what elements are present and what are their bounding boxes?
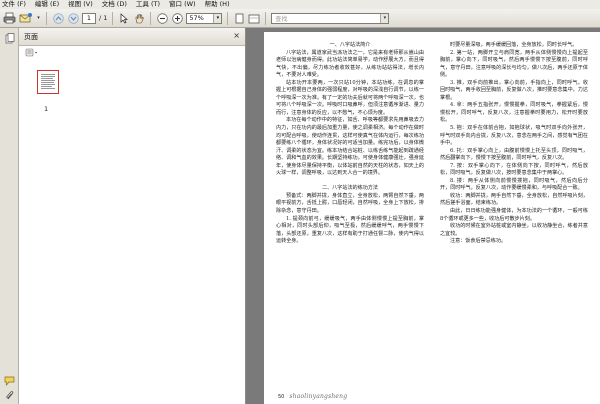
select-tool-button[interactable] [118,11,130,25]
hand-tool-button[interactable] [133,11,145,25]
page-number: 50 [278,393,285,400]
toolbar-separator [227,11,229,25]
email-icon [19,13,32,23]
first-page-button[interactable] [52,11,64,25]
menu-window[interactable]: 窗口 (W) [169,0,196,9]
menu-tools[interactable]: 工具 (T) [136,0,160,9]
menu-view[interactable]: 视图 (V) [68,0,93,9]
page-number-input[interactable]: 1 [82,12,96,24]
chevron-down-icon[interactable]: ▾ [380,13,389,23]
cursor-icon [121,12,129,23]
paragraph: 本功在每个动作中的特征，如舌、呼吸等都要求先用鼻吸去力内力，只在功内的最后加重力… [276,117,424,177]
paragraph: 站本功开本要两，一次只站10分钟，本站功练，在调息的掌握上可根据自己身体的强弱程… [276,79,424,116]
zoom-out-icon [157,12,168,24]
document-view[interactable]: 一、八字站法简介 八字站法，属道家武当派功法之一，它是来有老师那从嵩山由老师以治病… [246,28,600,404]
paragraph: 1. 提颈向前弓，缓缓吸气，两手由体侧慢慢上提至胸前，掌心相对，同时头部后仰，吸… [276,215,424,245]
toolbar-separator [150,11,152,25]
pages-panel-header: 页面 × [19,28,245,46]
section-heading: 二、八字站法的练功方法 [321,185,379,192]
next-page-down-icon [67,12,79,24]
paragraph: 3. 推，双手向前推出，掌心向前，手指向上，同时呼气，收回时吸气，两手收回至胸前… [440,79,588,101]
chevron-down-icon[interactable]: ▾ [213,13,222,23]
page-footer: 50 shaolinyangsheng [278,393,347,400]
speech-bubble-icon [4,376,15,386]
paragraph: 收功：两脚并拢，两手自然下垂，全身放松，自然呼吸片刻，然后搓手浴面，结束练功。 [440,192,588,207]
toolbar-separator [46,11,47,25]
email-dropdown[interactable]: ▾ [36,11,41,25]
paragraph: 2. 第一站，两脚开立与肩同宽，两手从体侧慢慢向上提起至胸前，掌心向下，同时吸气… [440,49,588,79]
pages-panel-title: 页面 [24,32,38,41]
paragraph: 由此，日日练功能强身健体，为本功法的一个循环，一般可练8个循环或更多一些，收功后… [440,208,588,222]
fit-width-icon [249,14,260,23]
pages-icon [5,33,14,44]
menu-help[interactable]: 帮助 (H) [205,0,230,9]
zoom-level-select[interactable]: 57% ▾ [186,12,223,24]
publisher-logo: shaolinyangsheng [289,393,348,400]
fit-page-button[interactable] [233,11,245,25]
paragraph: 注意：饭食后禁忌练功。 [450,238,507,245]
text-column-left: 一、八字站法简介 八字站法，属道家武当派功法之一，它是来有老师那从嵩山由老师以治病… [276,42,424,246]
page-thumbnail[interactable] [37,70,59,94]
email-button[interactable] [19,11,33,25]
printer-icon [3,12,16,24]
zoom-in-icon [172,12,183,24]
previous-page-up-icon [52,12,64,24]
pages-panel-toolbar [19,46,245,60]
comments-button[interactable] [4,375,15,386]
paragraph: 时要尽量深吸，两手缓缓回落，全身放松，同时长呼气。 [450,42,578,48]
toolbar-separator [112,11,114,25]
zoom-level-value: 57% [189,14,204,22]
paragraph: 预备式：两脚并拢，身体直立，全身放松，两臂自然下垂，两眼平视前方，舌抵上腭，口唇… [276,192,424,214]
next-page-button[interactable] [67,11,79,25]
options-icon[interactable] [25,48,39,58]
document-page: 一、八字站法简介 八字站法，属道家武当派功法之一，它是来有老师那从嵩山由老师以治病… [264,32,600,404]
toolbar: ▾ 1 / 1 57% ▾ 查找 ▾ [0,9,600,28]
search-placeholder: 查找 [275,15,288,23]
menu-bar: 文件 (F) 编辑 (E) 视图 (V) 文档 (D) 工具 (T) 窗口 (W… [0,0,600,9]
print-button[interactable] [3,11,16,25]
zoom-out-button[interactable] [156,11,168,25]
paragraph: 5. 抱：双手在体前合抱，如抱球状，吸气时双手向外张开，呼气时双手向内合拢，反复… [440,125,588,147]
pages-panel-button[interactable] [4,33,15,44]
page-thumbnail-image [39,72,57,92]
paperclip-icon [5,391,13,400]
paragraph: 6. 托：双手掌心向上，由腹前慢慢上托至头顶，同时吸气，然后翻掌向下，慢慢下按至… [440,147,588,162]
paragraph: 8. 搂：两手从体侧向前慢慢搂抱，同时吸气，然后向后分开，同时呼气，反复八次，动… [440,177,588,192]
zoom-in-button[interactable] [171,11,183,25]
fit-page-icon [235,13,244,23]
navigation-strip [0,28,19,404]
toolbar-separator [265,11,267,25]
search-input[interactable]: 查找 ▾ [271,12,390,24]
close-icon[interactable]: × [233,31,240,40]
section-heading: 一、八字站法简介 [329,42,371,48]
text-column-right: 时要尽量深吸，两手缓缓回落，全身放松，同时长呼气。 2. 第一站，两脚开立与肩同宽… [440,42,588,246]
page-thumbnail-number: 1 [44,105,49,113]
menu-edit[interactable]: 编辑 (E) [35,0,59,9]
paragraph: 收功的时候在室外站桩或室内静坐，以收功静坐合，练者并意之宜较。 [440,223,588,237]
paragraph: 4. 拿：两手五指张开，慢慢握拳，同时吸气，拳握紧后，慢慢松开，同时呼气，反复八… [440,102,588,124]
fit-width-button[interactable] [248,11,260,25]
paragraph: 八字站法，属道家武当派功法之一，它是来有老师那从嵩山由老师以治病健身而得。此功站… [276,49,424,79]
pages-panel: 页面 × 1 [19,28,246,404]
paragraph: 7. 按：双手掌心向下，在体侧向下按，同时呼气，然后放松，同时吸气，反复做八次，… [440,162,588,177]
menu-file[interactable]: 文件 (F) [2,0,26,9]
menu-document[interactable]: 文档 (D) [102,0,127,9]
attachments-button[interactable] [4,390,15,401]
hand-icon [135,13,144,23]
page-total: / 1 [99,14,108,22]
